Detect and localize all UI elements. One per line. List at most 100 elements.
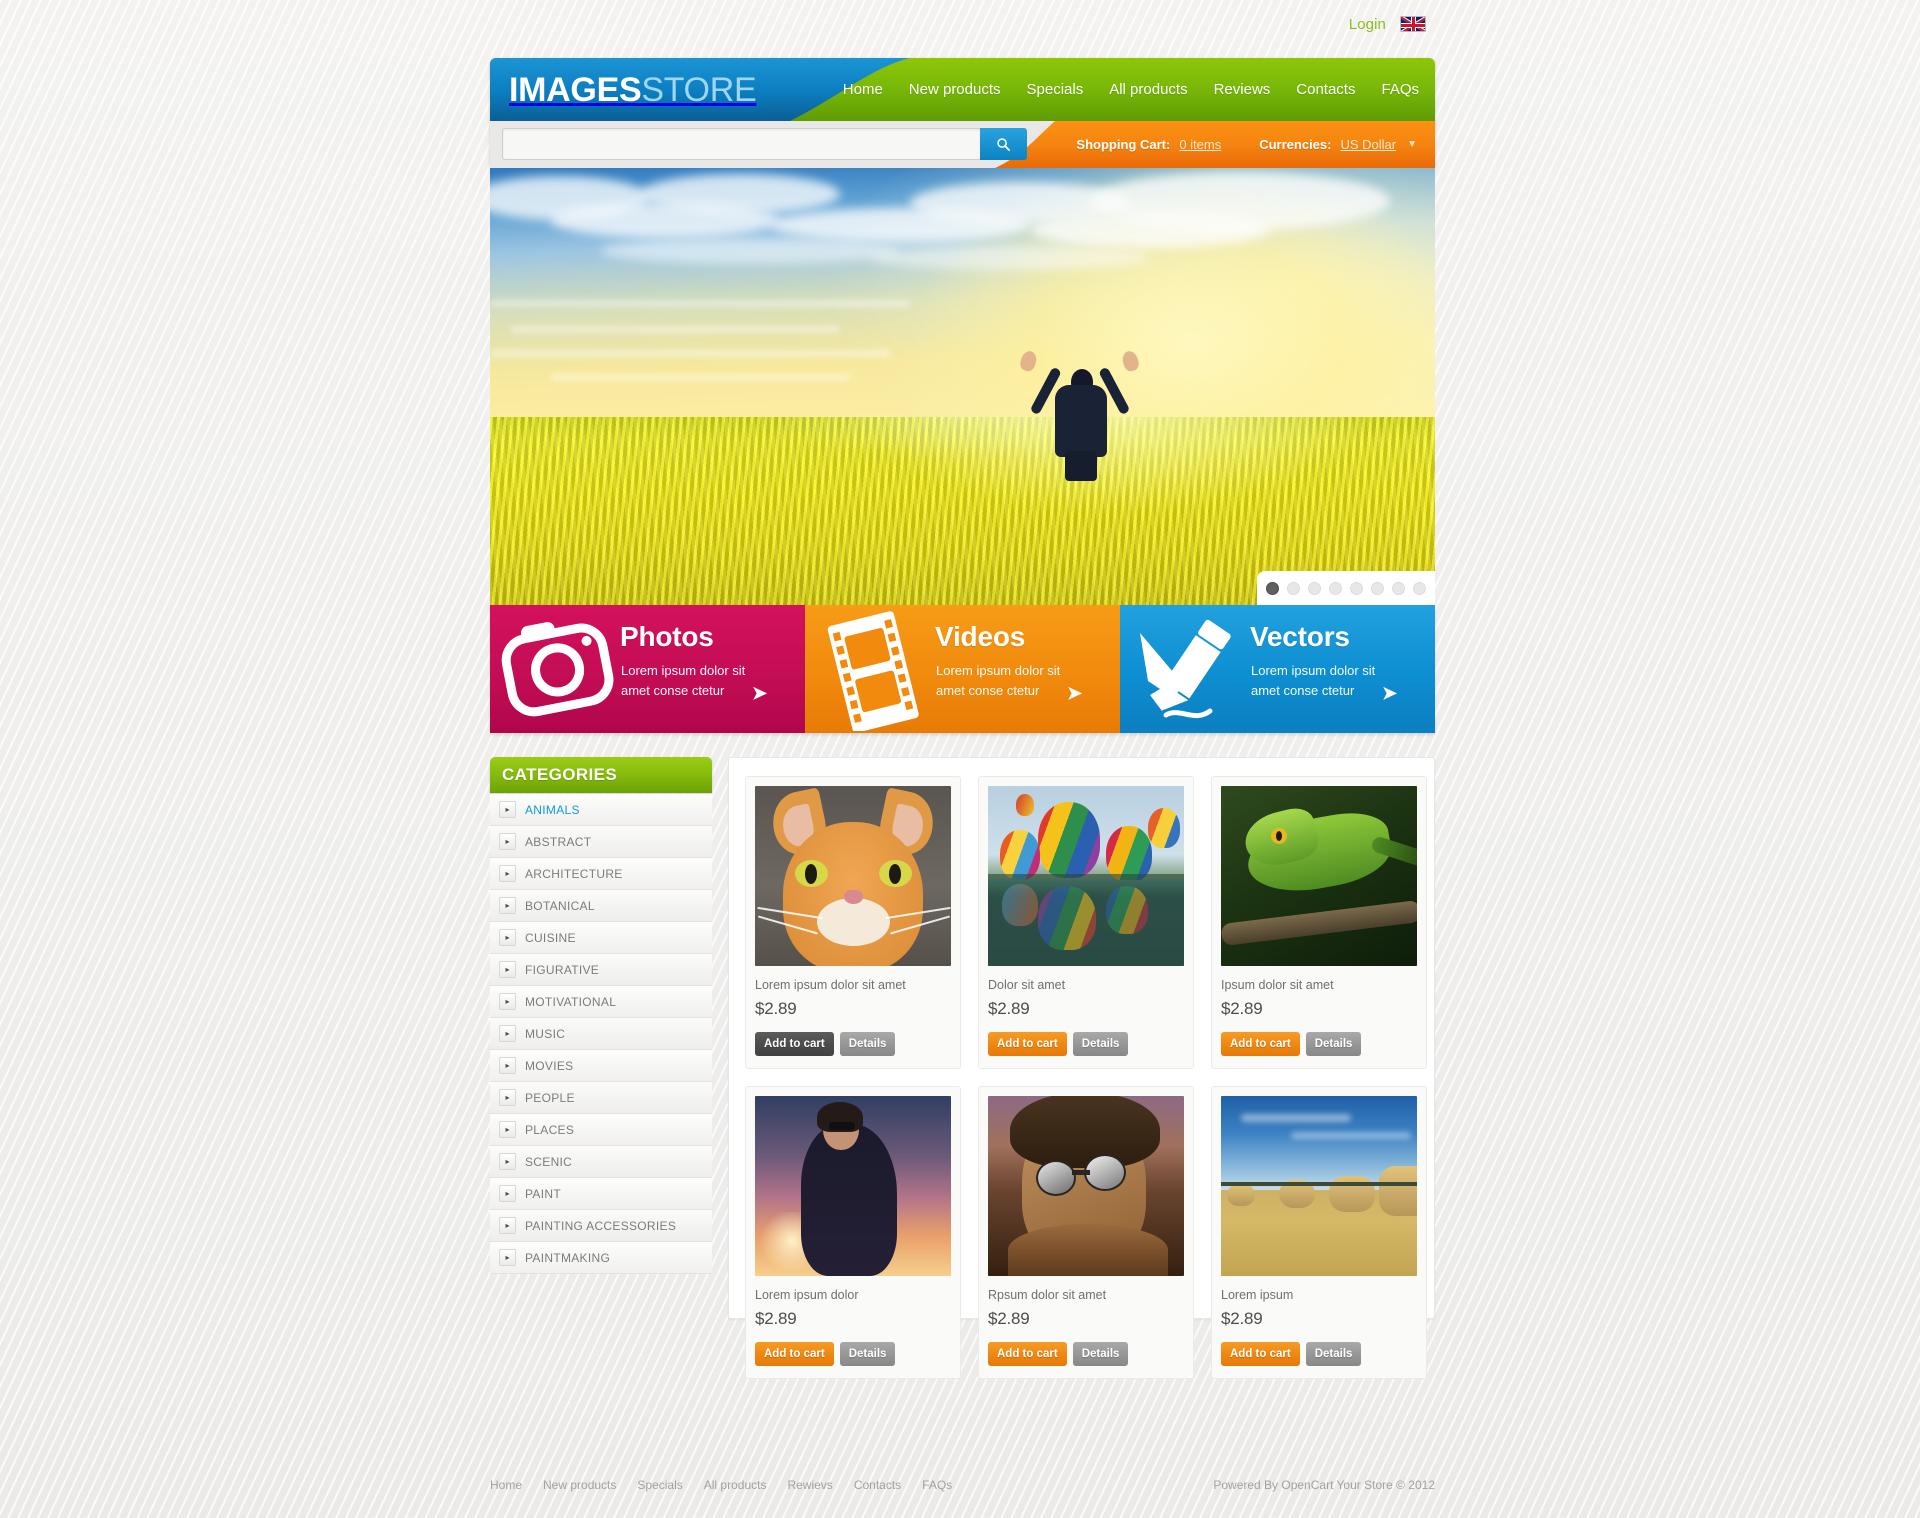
currency-selector[interactable]: US Dollar — [1340, 137, 1396, 152]
product-actions: Add to cart Details — [1221, 1032, 1417, 1056]
add-to-cart-button[interactable]: Add to cart — [988, 1342, 1067, 1366]
product-image-woman-sunset[interactable] — [755, 1096, 951, 1276]
slider-dot[interactable] — [1350, 581, 1363, 595]
product-image-orange-cat[interactable] — [755, 786, 951, 966]
product-title: Rpsum dolor sit amet — [988, 1288, 1107, 1302]
promo-banner-videos[interactable]: Videos Lorem ipsum dolor sit amet conse … — [805, 605, 1120, 733]
sidebar-item-label: MOVIES — [525, 1058, 574, 1073]
nav-item-new-products[interactable]: New products — [909, 58, 1001, 121]
sidebar-item-music[interactable]: ▸ MUSIC — [490, 1018, 712, 1050]
chevron-right-icon: ▸ — [499, 897, 516, 914]
nav-item-all-products[interactable]: All products — [1109, 58, 1187, 121]
site-logo[interactable]: IMAGESSTORE — [509, 72, 757, 108]
main-navigation: Home New products Specials All products … — [843, 58, 1419, 121]
details-button[interactable]: Details — [839, 1032, 896, 1056]
sidebar-item-painting-accessories[interactable]: ▸ PAINTING ACCESSORIES — [490, 1210, 712, 1242]
categories-list: ▸ ANIMALS ▸ ABSTRACT ▸ ARCHITECTURE ▸ BOTANI… — [490, 793, 712, 1274]
slider-dot[interactable] — [1371, 581, 1384, 595]
product-actions: Add to cart Details — [755, 1342, 951, 1366]
search-button[interactable] — [980, 128, 1027, 160]
sidebar-item-motivational[interactable]: ▸ MOTIVATIONAL — [490, 986, 712, 1018]
promo-title: Vectors — [1250, 621, 1350, 652]
sidebar-item-cuisine[interactable]: ▸ CUISINE — [490, 922, 712, 954]
nav-item-reviews[interactable]: Reviews — [1214, 58, 1271, 121]
sidebar-item-architecture[interactable]: ▸ ARCHITECTURE — [490, 858, 712, 890]
sidebar-item-movies[interactable]: ▸ MOVIES — [490, 1050, 712, 1082]
sidebar-item-label: ANIMALS — [525, 802, 580, 817]
sidebar-item-label: FIGURATIVE — [525, 962, 600, 977]
sidebar-item-abstract[interactable]: ▸ ABSTRACT — [490, 826, 712, 858]
add-to-cart-button[interactable]: Add to cart — [1221, 1342, 1300, 1366]
sidebar-item-paint[interactable]: ▸ PAINT — [490, 1178, 712, 1210]
sidebar-item-scenic[interactable]: ▸ SCENIC — [490, 1146, 712, 1178]
slider-dot[interactable] — [1287, 581, 1300, 595]
search-input[interactable] — [502, 128, 980, 160]
footer-link-reviews[interactable]: Rewievs — [787, 1478, 832, 1492]
promo-banner-vectors[interactable]: Vectors Lorem ipsum dolor sit amet conse… — [1120, 605, 1435, 733]
slider-dot[interactable] — [1413, 581, 1426, 595]
cart-and-currency: Shopping Cart: 0 items Currencies: US Do… — [1076, 121, 1417, 168]
sidebar-item-label: MUSIC — [525, 1026, 566, 1041]
footer-link-faqs[interactable]: FAQs — [922, 1478, 952, 1492]
slider-dot[interactable] — [1329, 581, 1342, 595]
footer-link-all-products[interactable]: All products — [704, 1478, 767, 1492]
promo-title: Photos — [620, 621, 714, 652]
chevron-right-icon: ▸ — [499, 1089, 516, 1106]
chevron-down-icon[interactable]: ▼ — [1407, 139, 1417, 150]
nav-item-contacts[interactable]: Contacts — [1296, 58, 1355, 121]
product-actions: Add to cart Details — [988, 1342, 1184, 1366]
search-box — [502, 128, 1027, 160]
hero-slider[interactable] — [490, 168, 1435, 605]
footer-copyright: Powered By OpenCart Your Store © 2012 — [1213, 1478, 1435, 1492]
sidebar-item-animals[interactable]: ▸ ANIMALS — [490, 794, 712, 826]
product-image-hay-bales[interactable] — [1221, 1096, 1417, 1276]
footer-link-contacts[interactable]: Contacts — [854, 1478, 901, 1492]
promo-banner-photos[interactable]: Photos Lorem ipsum dolor sit amet conse … — [490, 605, 805, 733]
details-button[interactable]: Details — [1305, 1342, 1362, 1366]
product-card: Dolor sit amet $2.89 Add to cart Details — [978, 776, 1194, 1069]
sidebar-item-people[interactable]: ▸ PEOPLE — [490, 1082, 712, 1114]
sidebar-item-figurative[interactable]: ▸ FIGURATIVE — [490, 954, 712, 986]
slider-dot[interactable] — [1266, 581, 1279, 595]
chevron-right-icon: ▸ — [499, 929, 516, 946]
sidebar-item-botanical[interactable]: ▸ BOTANICAL — [490, 890, 712, 922]
details-button[interactable]: Details — [1072, 1032, 1129, 1056]
add-to-cart-button[interactable]: Add to cart — [755, 1342, 834, 1366]
product-image-man-sunglasses[interactable] — [988, 1096, 1184, 1276]
chevron-right-icon: ▸ — [499, 1025, 516, 1042]
details-button[interactable]: Details — [1072, 1342, 1129, 1366]
categories-title: CATEGORIES — [490, 757, 712, 793]
product-card: Lorem ipsum dolor $2.89 Add to cart Deta… — [745, 1086, 961, 1379]
slider-dot[interactable] — [1308, 581, 1321, 595]
product-image-hot-air-balloons[interactable] — [988, 786, 1184, 966]
slider-dot[interactable] — [1392, 581, 1405, 595]
main-content: CATEGORIES ▸ ANIMALS ▸ ABSTRACT ▸ ARCHITECT… — [490, 757, 1435, 1447]
page-root: Login IMAGESSTORE Home New products Spec… — [0, 0, 1920, 1518]
footer-link-specials[interactable]: Specials — [637, 1478, 682, 1492]
sidebar-item-label: CUISINE — [525, 930, 576, 945]
footer-links: Home New products Specials All products … — [490, 1478, 952, 1492]
sidebar-item-label: ARCHITECTURE — [525, 866, 623, 881]
add-to-cart-button[interactable]: Add to cart — [1221, 1032, 1300, 1056]
sidebar-item-paintmaking[interactable]: ▸ PAINTMAKING — [490, 1242, 712, 1274]
login-link[interactable]: Login — [1349, 16, 1386, 33]
nav-item-faqs[interactable]: FAQs — [1381, 58, 1419, 121]
chevron-right-icon: ▸ — [499, 1153, 516, 1170]
details-button[interactable]: Details — [839, 1342, 896, 1366]
sidebar-item-label: PAINTMAKING — [525, 1250, 611, 1265]
product-image-green-lizard[interactable] — [1221, 786, 1417, 966]
product-row: Lorem ipsum dolor $2.89 Add to cart Deta… — [745, 1086, 1427, 1379]
add-to-cart-button[interactable]: Add to cart — [755, 1032, 834, 1056]
shopping-cart-value[interactable]: 0 items — [1179, 137, 1221, 152]
footer-link-home[interactable]: Home — [490, 1478, 522, 1492]
footer-link-new-products[interactable]: New products — [543, 1478, 616, 1492]
details-button[interactable]: Details — [1305, 1032, 1362, 1056]
promo-title: Videos — [935, 621, 1026, 652]
product-card: Lorem ipsum dolor sit amet $2.89 Add to … — [745, 776, 961, 1069]
add-to-cart-button[interactable]: Add to cart — [988, 1032, 1067, 1056]
nav-item-home[interactable]: Home — [843, 58, 883, 121]
sidebar-item-places[interactable]: ▸ PLACES — [490, 1114, 712, 1146]
uk-flag-icon[interactable] — [1400, 16, 1426, 32]
product-title: Lorem ipsum — [1221, 1288, 1294, 1302]
nav-item-specials[interactable]: Specials — [1027, 58, 1084, 121]
